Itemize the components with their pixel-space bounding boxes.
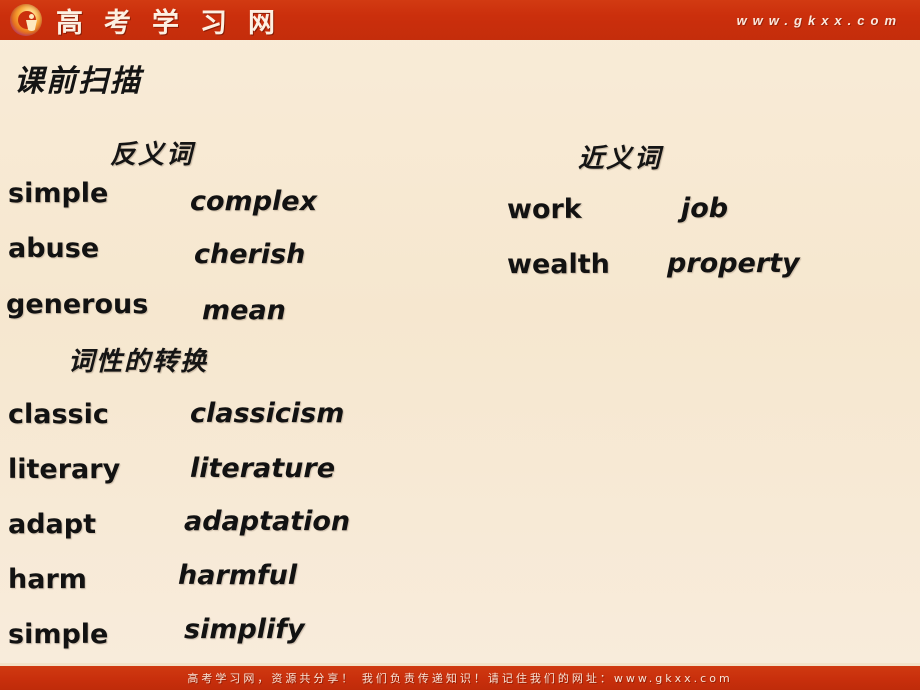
conversion-base-2: literary [8, 454, 121, 485]
brand-char-2: 考 [104, 7, 132, 39]
logo-person-head [29, 14, 34, 19]
conversion-base-1: classic [8, 399, 109, 430]
conversion-derived-5: simplify [184, 614, 305, 645]
site-header-bar: 高 考 学 习 网 www.gkxx.com [0, 0, 920, 40]
brand-char-5: 网 [248, 7, 276, 39]
antonym-derived-3: mean [202, 295, 286, 326]
site-footer-bar: 高考学习网，资源共分享！ 我们负责传递知识！请记住我们的网址：www.gkxx.… [0, 666, 920, 690]
brand-char-1: 高 [56, 7, 84, 39]
conversion-derived-1: classicism [190, 398, 345, 429]
conversion-derived-4: harmful [178, 560, 298, 591]
conversion-derived-2: literature [190, 453, 336, 484]
synonym-base-1: work [507, 194, 582, 225]
footer-text: 高考学习网，资源共分享！ 我们负责传递知识！请记住我们的网址：www.gkxx.… [187, 672, 733, 685]
section-heading-antonyms: 反义词 [110, 140, 195, 170]
conversion-base-4: harm [8, 564, 87, 595]
logo-person-glyph [26, 14, 37, 32]
synonym-derived-2: property [667, 248, 800, 279]
conversion-base-5: simple [8, 619, 109, 650]
synonym-derived-1: job [681, 193, 729, 224]
site-url-label: www.gkxx.com [736, 12, 902, 28]
slide-canvas: 高 考 学 习 网 www.gkxx.com 课前扫描 反义词 simple c… [0, 0, 920, 690]
brand-char-3: 学 [152, 7, 180, 39]
page-title: 课前扫描 [14, 64, 142, 99]
gkxx-logo-icon [10, 4, 42, 36]
site-brand-title: 高 考 学 习 网 [56, 1, 276, 39]
conversion-base-3: adapt [8, 509, 97, 540]
antonym-base-1: simple [8, 178, 109, 209]
antonym-base-2: abuse [8, 233, 100, 264]
brand-char-4: 习 [200, 7, 228, 39]
section-heading-synonyms: 近义词 [578, 144, 663, 174]
antonym-derived-1: complex [190, 186, 317, 217]
antonym-base-3: generous [6, 289, 149, 320]
logo-person-body [26, 20, 37, 31]
synonym-base-2: wealth [507, 249, 610, 280]
conversion-derived-3: adaptation [184, 506, 351, 537]
antonym-derived-2: cherish [194, 239, 306, 270]
section-heading-conversion: 词性的转换 [68, 347, 209, 377]
